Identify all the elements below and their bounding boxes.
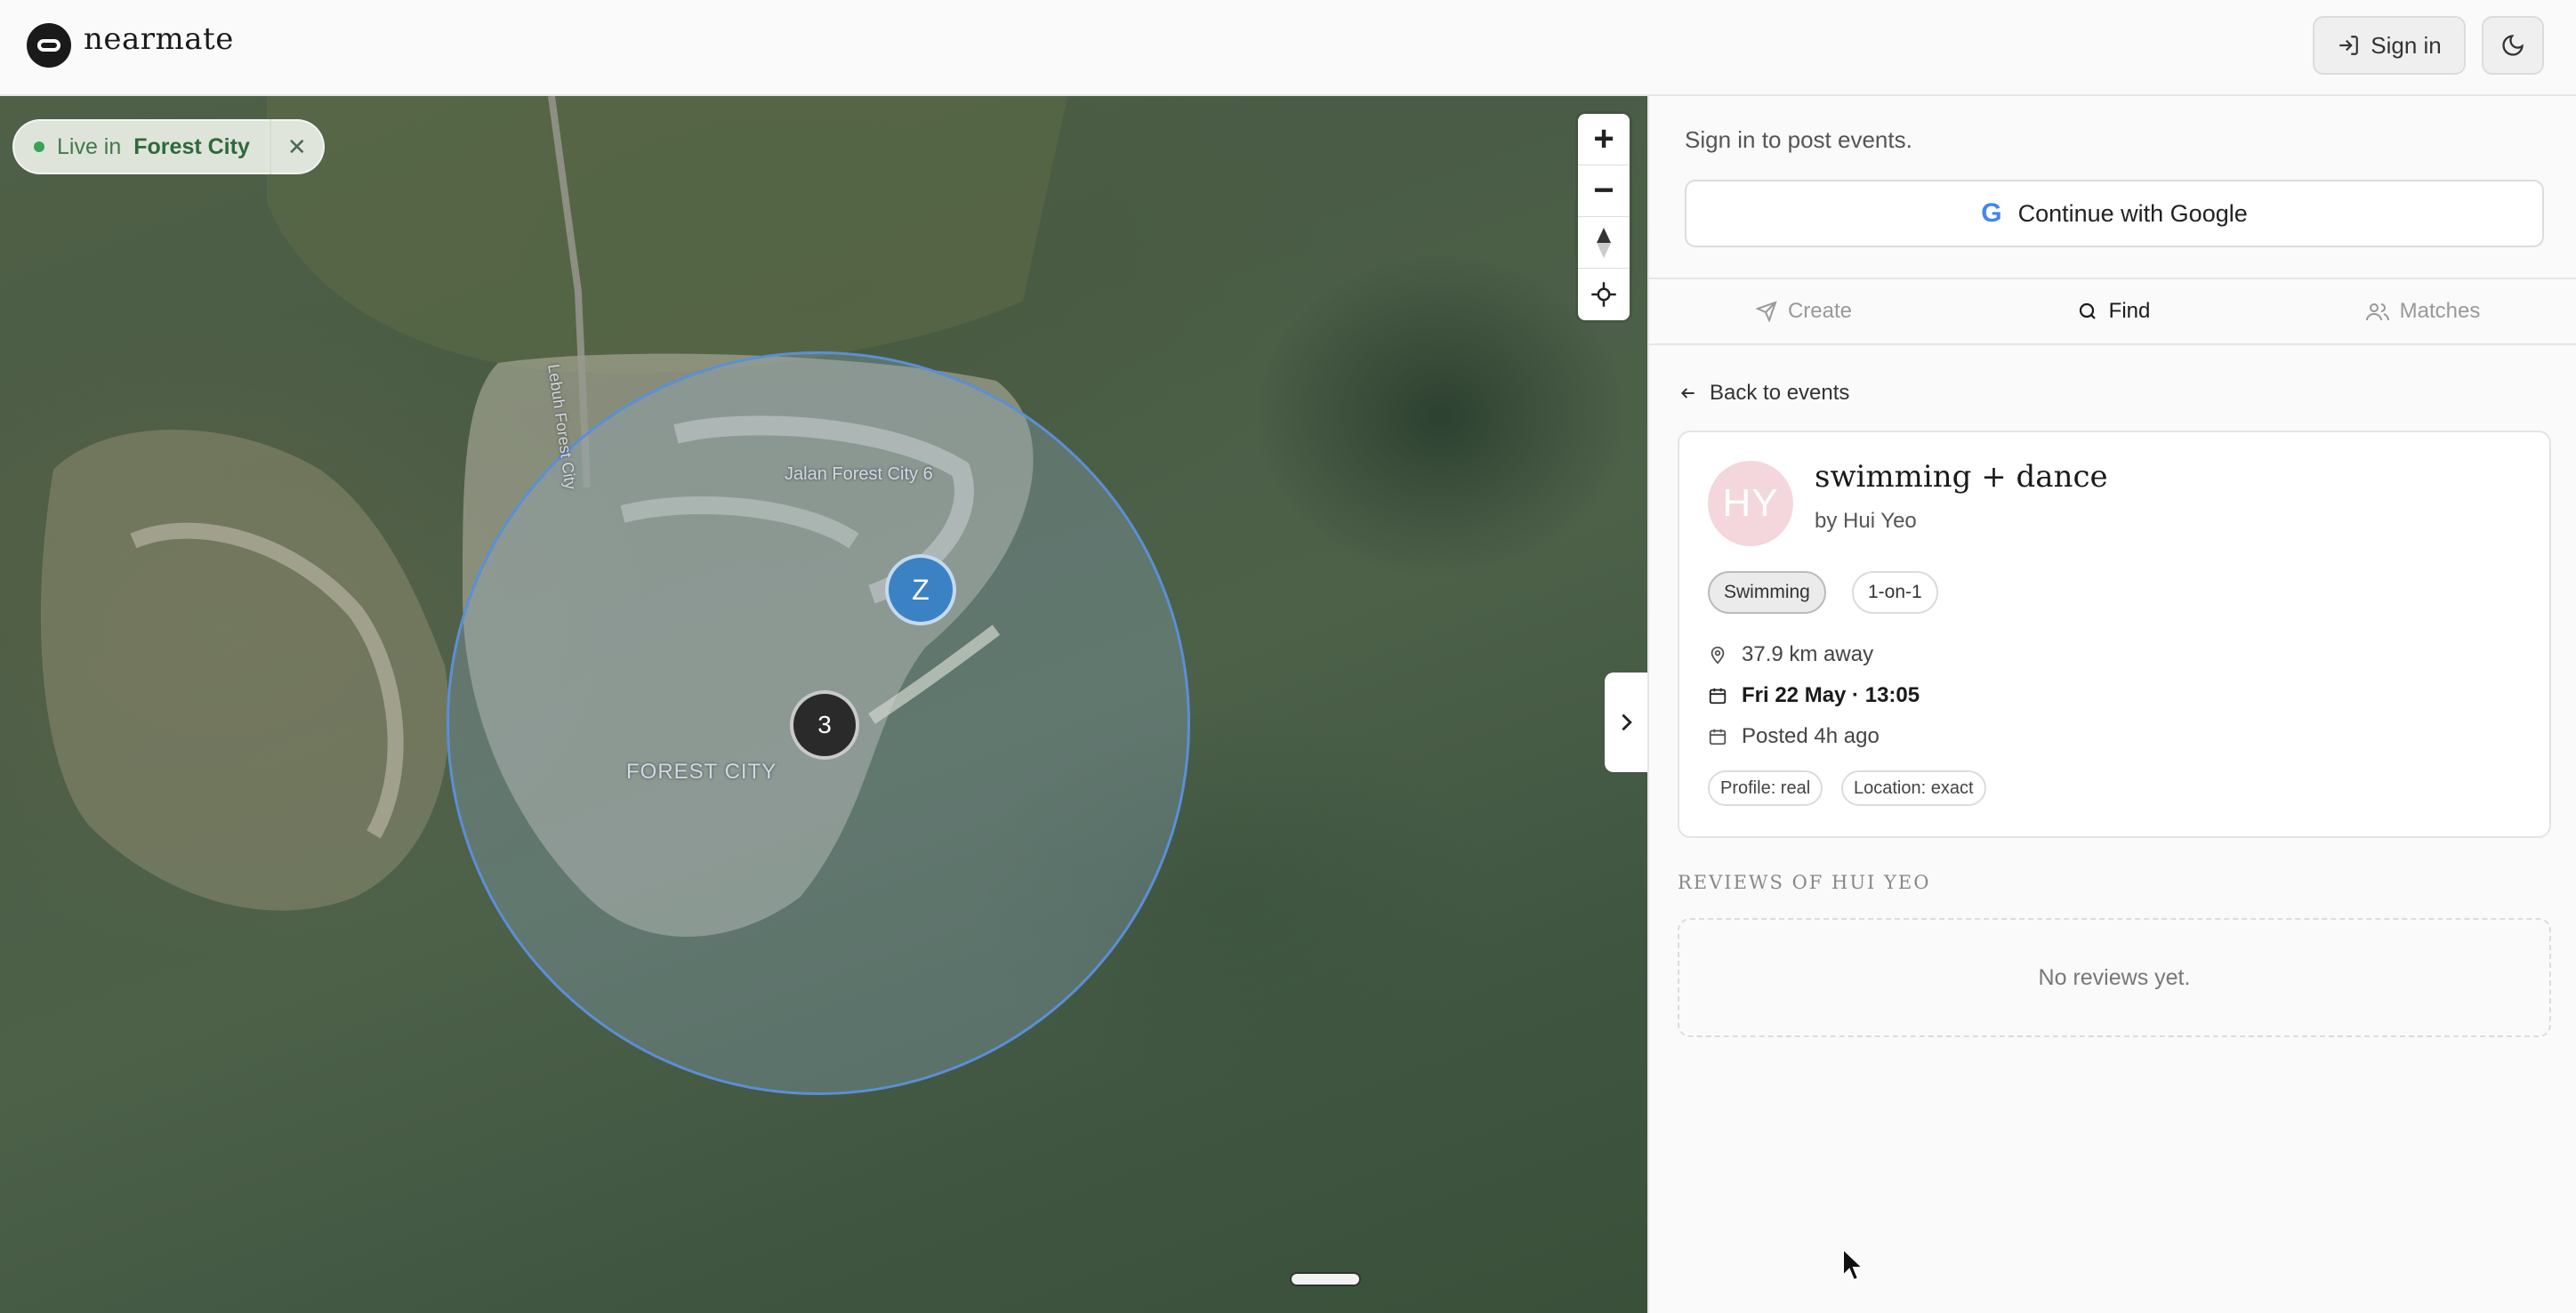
crosshair-icon: [1591, 282, 1616, 307]
nearmate-logo-icon[interactable]: [27, 23, 71, 68]
tab-label: Find: [2108, 299, 2151, 323]
calendar-icon: [1709, 729, 1727, 745]
tab-matches[interactable]: Matches: [2268, 279, 2576, 343]
tab-label: Matches: [2399, 299, 2481, 323]
reviews-heading: REVIEWS OF HUI YEO: [1678, 872, 1931, 893]
road-label: Jalan Forest City 6: [785, 464, 933, 484]
distance-text: 37.9 km away: [1742, 642, 1874, 666]
moon-icon: [2502, 35, 2524, 56]
profile-chip: Profile: real: [1708, 770, 1823, 806]
google-icon: G: [1981, 198, 2002, 228]
signin-prompt: Sign in to post events.: [1685, 126, 1912, 153]
tab-create[interactable]: Create: [1649, 279, 1959, 343]
drag-handle[interactable]: [1290, 1272, 1361, 1286]
users-icon: [2365, 303, 2389, 321]
location-chip: Location: exact: [1841, 770, 1986, 806]
zoom-in-button[interactable]: +: [1578, 114, 1630, 165]
city-label: FOREST CITY: [626, 760, 777, 784]
datetime-row: Fri 22 May · 13:05: [1708, 683, 1920, 708]
top-header: nearmate Sign in: [0, 0, 2576, 96]
live-location-chip: Live in Forest City ✕: [12, 119, 325, 174]
reviews-empty-state: No reviews yet.: [1678, 918, 2551, 1037]
avatar[interactable]: HY: [1708, 461, 1793, 546]
continue-with-google-button[interactable]: G Continue with Google: [1685, 180, 2544, 247]
sign-in-icon: [2339, 36, 2359, 55]
search-icon: [2079, 302, 2096, 319]
side-panel: Sign in to post events. G Continue with …: [1647, 96, 2576, 1313]
event-title: swimming + dance: [1815, 459, 2108, 495]
map-controls: + −: [1578, 114, 1630, 320]
posted-text: Posted 4h ago: [1742, 724, 1880, 748]
distance-row: 37.9 km away: [1708, 642, 1873, 667]
user-marker[interactable]: Z: [885, 554, 956, 625]
event-host[interactable]: by Hui Yeo: [1815, 509, 1917, 534]
back-link-label: Back to events: [1710, 381, 1850, 405]
sign-in-button[interactable]: Sign in: [2313, 16, 2466, 75]
format-tag: 1-on-1: [1852, 571, 1938, 614]
event-card: HY swimming + dance by Hui Yeo Swimming …: [1678, 431, 2551, 838]
map-pin-icon: [1711, 646, 1725, 665]
theme-toggle-button[interactable]: [2482, 16, 2544, 75]
back-to-events-link[interactable]: Back to events: [1679, 381, 1849, 406]
compass-button[interactable]: [1578, 217, 1630, 269]
zoom-out-button[interactable]: −: [1578, 165, 1630, 217]
google-button-label: Continue with Google: [2017, 199, 2248, 227]
datetime-text: Fri 22 May · 13:05: [1742, 683, 1920, 707]
close-live-icon[interactable]: ✕: [287, 133, 307, 161]
brand-name[interactable]: nearmate: [84, 21, 234, 57]
tab-label: Create: [1787, 299, 1853, 323]
posted-row: Posted 4h ago: [1708, 724, 1880, 749]
event-cluster-marker[interactable]: 3: [790, 690, 859, 760]
compass-icon: [1597, 227, 1611, 258]
map-view[interactable]: Live in Forest City ✕ + − Jalan Forest C…: [0, 96, 1647, 1313]
live-label: Live in: [57, 133, 122, 159]
locate-me-button[interactable]: [1578, 269, 1630, 320]
activity-tag: Swimming: [1708, 571, 1826, 614]
live-status-dot-icon: [34, 141, 44, 152]
sign-in-label: Sign in: [2371, 31, 2442, 59]
arrow-left-icon: [1680, 388, 1695, 399]
send-icon: [1755, 301, 1777, 322]
panel-tabs: Create Find Matches: [1649, 278, 2576, 345]
tab-find[interactable]: Find: [1959, 279, 2268, 343]
chevron-right-icon: [1622, 713, 1632, 731]
live-city: Forest City: [133, 133, 250, 159]
calendar-icon: [1709, 688, 1727, 705]
panel-toggle-button[interactable]: [1605, 673, 1647, 772]
mouse-cursor-icon: [1842, 1247, 1864, 1282]
